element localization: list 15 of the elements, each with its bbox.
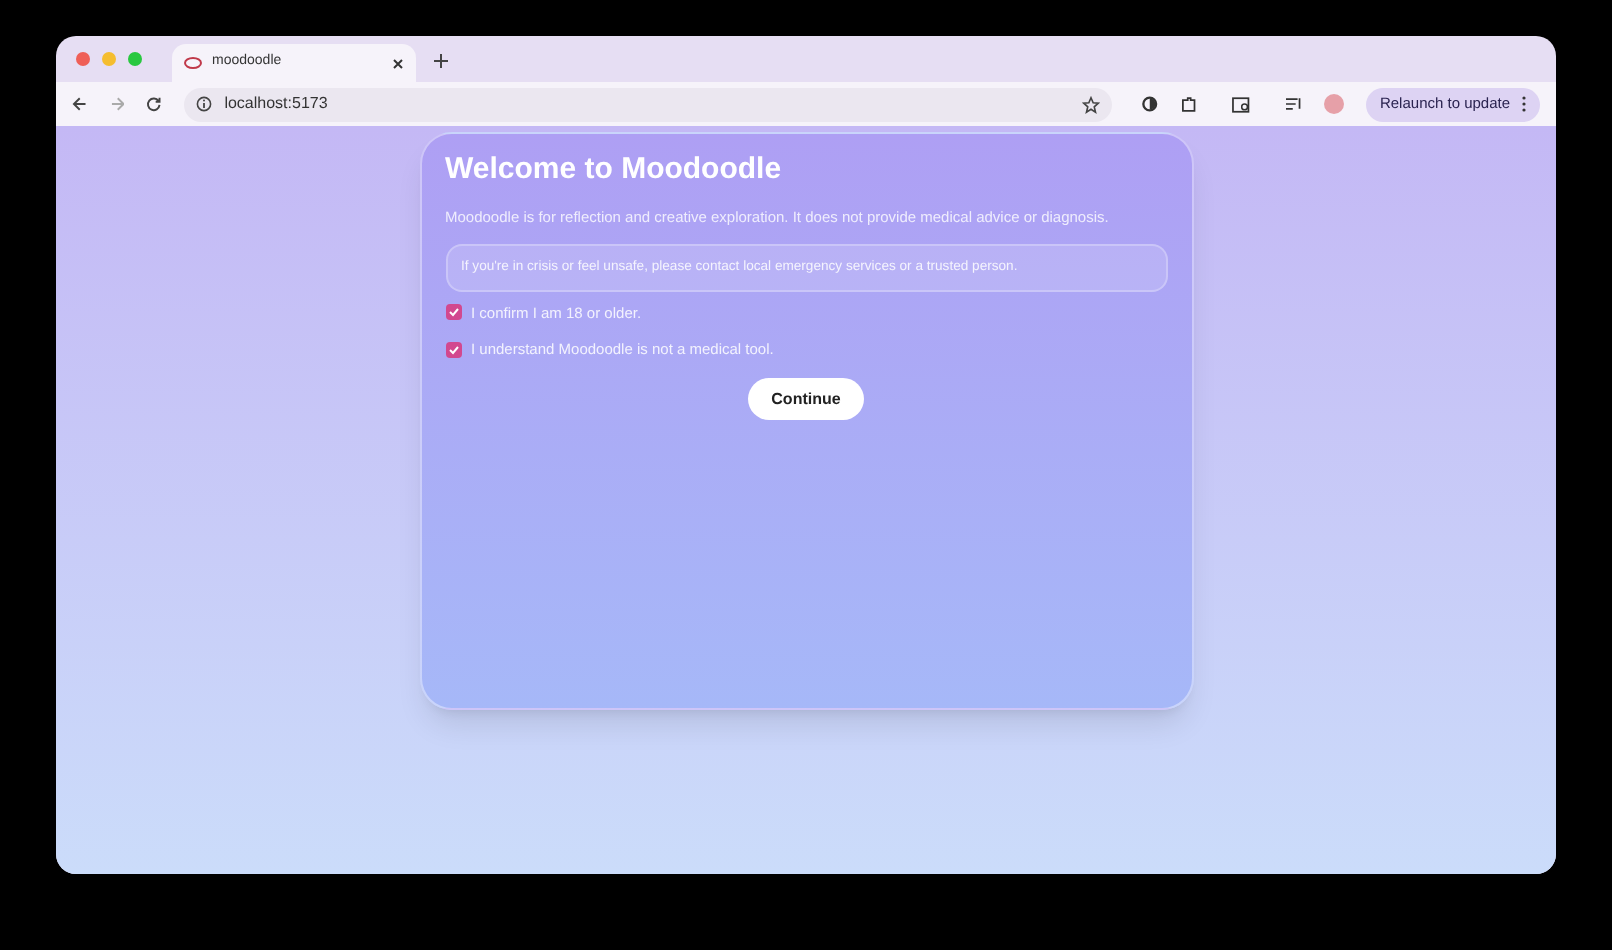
close-tab-icon[interactable] [392,57,404,69]
more-icon[interactable] [1522,96,1527,112]
tab-search-icon[interactable] [1231,95,1252,113]
continue-button[interactable]: Continue [747,378,865,421]
playlist-icon[interactable] [1285,96,1303,112]
back-icon[interactable] [72,96,88,112]
new-tab-icon[interactable] [434,54,448,68]
info-icon [196,96,213,112]
dialog-title: Welcome to Moodoodle [445,150,784,190]
star-icon[interactable] [1082,95,1101,113]
reload-icon[interactable] [146,96,163,112]
checkbox[interactable] [445,304,461,321]
address-bar[interactable]: localhost:5173 [184,87,1113,121]
close-window-icon[interactable] [76,52,90,66]
checkbox[interactable] [445,341,461,358]
